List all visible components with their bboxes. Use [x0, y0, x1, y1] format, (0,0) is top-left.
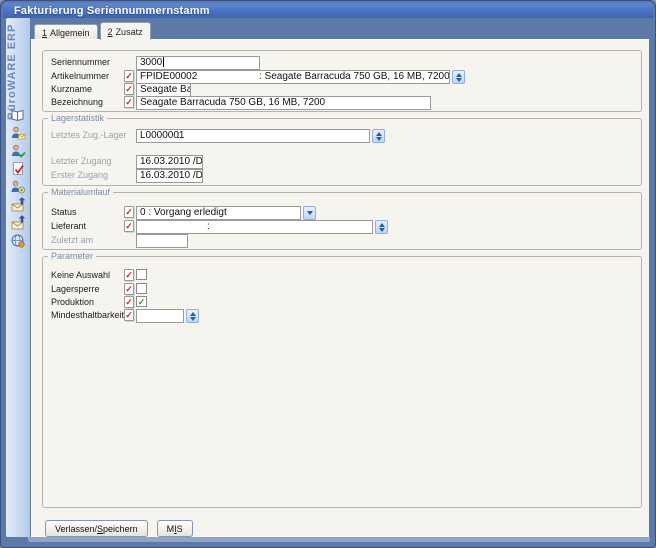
mis-button[interactable]: MIS	[157, 520, 193, 537]
spinner-down-arrow	[379, 228, 385, 232]
letztes-zug-lager-label: Letztes Zug.-Lager	[51, 130, 127, 140]
seriennummer-input[interactable]: 3000	[136, 56, 260, 70]
mail-upload-icon[interactable]	[10, 197, 26, 213]
groupbox-materialumlauf: Materialumlauf Status ✓ 0 : Vorgang erle…	[42, 192, 642, 250]
button-row: Verlassen/Speichern MIS	[45, 520, 202, 537]
form-page: Seriennummer 3000 Artikelnummer ✓ FPIDE0…	[31, 39, 649, 538]
groupbox-parameter-title: Parameter	[48, 251, 96, 261]
keine-auswahl-label: Keine Auswahl	[51, 270, 110, 280]
field-verify-icon[interactable]: ✓	[124, 283, 134, 295]
spinner-down-arrow	[190, 317, 196, 321]
kurzname-label: Kurzname	[51, 84, 92, 94]
spinner-up-arrow	[376, 132, 382, 136]
field-verify-icon[interactable]: ✓	[124, 269, 134, 281]
field-verify-icon[interactable]: ✓	[124, 70, 134, 82]
produktion-label: Produktion	[51, 297, 94, 307]
groupbox-parameter: Parameter Keine Auswahl ✓ Lagersperre ✓ …	[42, 256, 642, 508]
address-book-icon[interactable]	[10, 107, 26, 123]
sidebar-toolbar	[6, 106, 30, 250]
mindesthaltbarkeit-spinner[interactable]	[186, 309, 199, 323]
field-verify-icon[interactable]: ✓	[124, 220, 134, 232]
produktion-checkbox[interactable]: ✓	[136, 296, 147, 307]
window-title: Fakturierung Seriennummernstamm	[3, 5, 210, 17]
mindesthaltbarkeit-label: Mindesthaltbarkeit	[51, 310, 124, 320]
verlassen-speichern-button[interactable]: Verlassen/Speichern	[45, 520, 148, 537]
letztes-zug-lager-input[interactable]: L0000001 :	[136, 129, 370, 143]
spinner-up-arrow	[379, 223, 385, 227]
erster-zugang-input[interactable]: 16.03.2010 /Di	[136, 169, 203, 183]
status-dropdown-button[interactable]	[303, 206, 316, 220]
lieferant-sep: :	[207, 221, 210, 233]
tab-allgemein[interactable]: 1 Allgemein	[34, 24, 98, 40]
seriennummer-label: Seriennummer	[51, 57, 110, 67]
lagersperre-label: Lagersperre	[51, 284, 100, 294]
tab-zusatz-label: Zusatz	[116, 27, 143, 37]
user-check-icon[interactable]	[10, 143, 26, 159]
sidebar: BüroWARE ERP	[6, 18, 30, 537]
lagersperre-checkbox[interactable]	[136, 283, 147, 294]
letztes-zug-lager-sep: :	[177, 130, 180, 142]
title-bar[interactable]: Fakturierung Seriennummernstamm	[3, 3, 653, 18]
letztes-zug-lager-spinner[interactable]	[372, 129, 385, 143]
tab-bar: 1 Allgemein 2 Zusatz	[34, 22, 153, 40]
field-verify-icon[interactable]: ✓	[124, 296, 134, 308]
user-mail-icon[interactable]	[10, 125, 26, 141]
window-bottom-strip	[28, 537, 650, 542]
spinner-up-arrow	[456, 73, 462, 77]
bezeichnung-input[interactable]: Seagate Barracuda 750 GB, 16 MB, 7200	[136, 96, 431, 110]
lieferant-input[interactable]: :	[136, 220, 373, 234]
field-verify-icon[interactable]: ✓	[124, 83, 134, 95]
field-verify-icon[interactable]: ✓	[124, 206, 134, 218]
artikelnummer-spinner[interactable]	[452, 70, 465, 84]
spinner-down-arrow	[376, 137, 382, 141]
groupbox-stammdaten: Seriennummer 3000 Artikelnummer ✓ FPIDE0…	[42, 50, 642, 112]
letzter-zugang-label: Letzter Zugang	[51, 156, 112, 166]
zuletzt-am-input[interactable]	[136, 234, 188, 248]
lieferant-label: Lieferant	[51, 221, 86, 231]
artikelnummer-label: Artikelnummer	[51, 71, 109, 81]
status-combobox[interactable]: 0 : Vorgang erledigt	[136, 206, 301, 220]
bezeichnung-label: Bezeichnung	[51, 97, 103, 107]
letzter-zugang-input[interactable]: 16.03.2010 /Di	[136, 155, 203, 169]
artikelnummer-input[interactable]: FPIDE00002 : Seagate Barracuda 750 GB, 1…	[136, 70, 450, 84]
field-verify-icon[interactable]: ✓	[124, 96, 134, 108]
spinner-down-arrow	[456, 78, 462, 82]
artikelnummer-desc: : Seagate Barracuda 750 GB, 16 MB, 7200	[259, 71, 450, 83]
groupbox-materialumlauf-title: Materialumlauf	[48, 187, 113, 197]
zuletzt-am-label: Zuletzt am	[51, 235, 93, 245]
tab-zusatz-accel: 2	[108, 27, 113, 37]
mindesthaltbarkeit-input[interactable]	[136, 309, 184, 323]
keine-auswahl-checkbox[interactable]	[136, 269, 147, 280]
kurzname-input[interactable]: Seagate Ba	[136, 83, 191, 97]
globe-icon[interactable]	[10, 233, 26, 249]
document-check-icon[interactable]	[10, 161, 26, 177]
mail-upload-icon[interactable]	[10, 215, 26, 231]
text-caret	[163, 57, 164, 67]
status-label: Status	[51, 207, 77, 217]
spinner-up-arrow	[190, 312, 196, 316]
erster-zugang-label: Erster Zugang	[51, 170, 108, 180]
tab-zusatz[interactable]: 2 Zusatz	[100, 22, 151, 40]
dropdown-arrow	[307, 211, 313, 215]
lieferant-spinner[interactable]	[375, 220, 388, 234]
groupbox-lagerstatistik-title: Lagerstatistik	[48, 113, 107, 123]
tab-allgemein-accel: 1	[42, 28, 47, 38]
app-window: Fakturierung Seriennummernstamm BüroWARE…	[0, 0, 656, 548]
user-gear-icon[interactable]	[10, 179, 26, 195]
field-verify-icon[interactable]: ✓	[124, 309, 134, 321]
groupbox-lagerstatistik: Lagerstatistik Letztes Zug.-Lager L00000…	[42, 118, 642, 186]
tab-allgemein-label: Allgemein	[50, 28, 90, 38]
